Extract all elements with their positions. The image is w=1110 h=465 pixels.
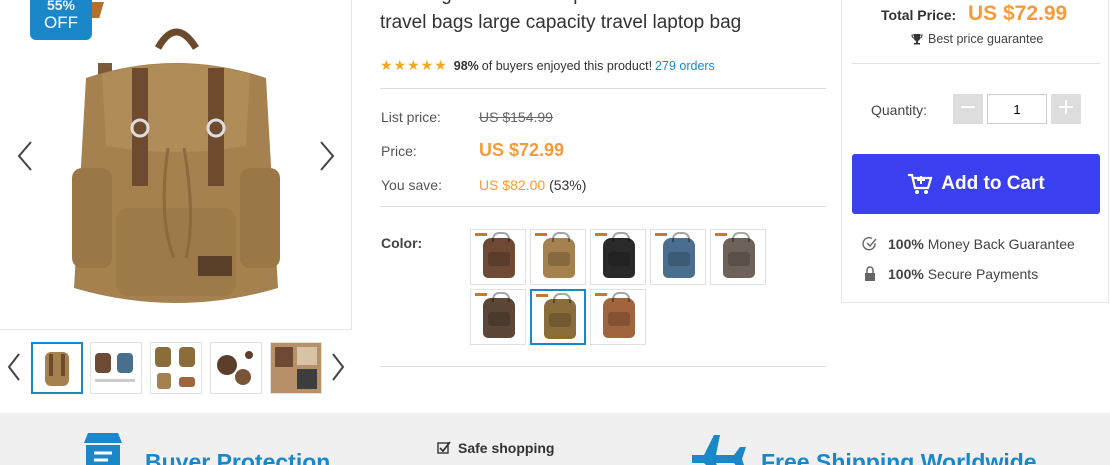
best-price-guarantee: Best price guarantee	[911, 32, 1043, 46]
secure-payments: 100% Secure Payments	[862, 266, 1038, 282]
backpack-swatch-image	[663, 232, 695, 278]
save-amount: US $82.00	[479, 177, 546, 193]
shield-cart-icon	[84, 433, 122, 465]
chevron-right-icon	[320, 141, 335, 171]
you-save-label: You save:	[381, 177, 442, 193]
cart-panel: Total Price: US $72.99 Best price guaran…	[841, 0, 1109, 303]
add-to-cart-label: Add to Cart	[941, 173, 1045, 194]
brand-logo	[595, 293, 607, 296]
thumbnail-image	[45, 352, 69, 386]
color-label: Color:	[381, 235, 423, 251]
chevron-right-icon	[332, 353, 345, 381]
divider	[852, 63, 1100, 64]
discount-badge: 55% OFF	[30, 0, 92, 40]
quantity-decrease-button[interactable]: −	[953, 94, 983, 124]
color-option-khaki[interactable]	[530, 229, 586, 285]
total-price-label: Total Price:	[881, 7, 957, 23]
money-back-text: Money Back Guarantee	[927, 236, 1075, 252]
brand-logo	[595, 233, 607, 236]
chevron-left-icon	[17, 141, 32, 171]
brand-logo-fragment	[92, 2, 104, 18]
brand-logo	[535, 233, 547, 236]
safe-shopping-text: Safe shopping	[458, 440, 555, 456]
brand-logo	[475, 233, 487, 236]
thumbnail-image	[217, 351, 253, 385]
secure-percent: 100%	[888, 266, 924, 282]
main-product-image[interactable]	[58, 18, 294, 320]
thumbnail-strip	[0, 340, 352, 396]
thumbnail-5[interactable]	[270, 342, 322, 394]
quantity-increase-button[interactable]: +	[1051, 94, 1081, 124]
backpack-swatch-image	[723, 232, 755, 278]
checkbox-icon	[437, 441, 451, 454]
lock-icon	[865, 266, 875, 281]
product-title-line-2: travel bags large capacity travel laptop…	[380, 12, 742, 33]
backpack-swatch-image	[603, 292, 635, 338]
color-option-grey[interactable]	[710, 229, 766, 285]
rating-row: ★★★★★ 98% of buyers enjoyed this product…	[380, 58, 715, 74]
product-gallery: 55% OFF	[0, 0, 352, 330]
thumbnail-4[interactable]	[210, 342, 262, 394]
you-save-value: US $82.00 (53%)	[479, 177, 586, 193]
quantity-label: Quantity:	[871, 102, 928, 118]
color-option-dark-brown[interactable]	[470, 229, 526, 285]
color-option-blue[interactable]	[650, 229, 706, 285]
backpack-swatch-image	[544, 293, 576, 339]
next-thumbnail-arrow[interactable]	[330, 352, 346, 382]
cart-icon	[908, 173, 933, 194]
airplane-icon	[692, 435, 746, 465]
discount-percent: 55%	[46, 0, 76, 13]
list-price-value: US $154.99	[479, 109, 553, 125]
color-option-brown[interactable]	[590, 289, 646, 345]
thumbnail-3[interactable]	[150, 342, 202, 394]
trophy-icon	[911, 34, 923, 45]
rating-text: of buyers enjoyed this product!	[481, 59, 653, 73]
prev-image-arrow[interactable]	[16, 140, 34, 172]
guarantee-text: Best price guarantee	[928, 32, 1044, 46]
divider	[380, 366, 826, 367]
free-shipping-title: Free Shipping Worldwide	[761, 449, 1037, 465]
color-option-army-green[interactable]	[530, 289, 586, 345]
add-to-cart-button[interactable]: Add to Cart	[852, 154, 1100, 214]
thumbnail-image	[95, 353, 135, 382]
divider	[380, 88, 826, 89]
backpack-swatch-image	[543, 232, 575, 278]
brand-logo	[655, 233, 667, 236]
chevron-left-icon	[7, 353, 20, 381]
rating-percent: 98%	[453, 59, 479, 73]
buyer-protection-title: Buyer Protection	[145, 449, 331, 465]
quantity-input[interactable]	[987, 94, 1047, 124]
brand-logo	[715, 233, 727, 236]
brand-logo	[475, 293, 487, 296]
next-image-arrow[interactable]	[318, 140, 336, 172]
thumbnail-1[interactable]	[31, 342, 83, 394]
thumbnail-2[interactable]	[90, 342, 142, 394]
product-title-line-1: ... vintage canvas backpack men women sc…	[380, 0, 800, 10]
price-label: Price:	[381, 143, 417, 159]
check-circle-icon	[862, 237, 877, 251]
color-option-black[interactable]	[590, 229, 646, 285]
backpack-swatch-image	[483, 292, 515, 338]
total-price-value: US $72.99	[968, 2, 1068, 25]
money-back-guarantee: 100% Money Back Guarantee	[862, 236, 1075, 252]
list-price-label: List price:	[381, 109, 441, 125]
color-option-coffee[interactable]	[470, 289, 526, 345]
star-rating-icon: ★★★★★	[380, 58, 448, 74]
secure-text: Secure Payments	[927, 266, 1039, 282]
divider	[380, 206, 826, 207]
safe-shopping: Safe shopping	[437, 440, 554, 456]
discount-off-label: OFF	[44, 13, 78, 32]
orders-link[interactable]: 279 orders	[655, 59, 715, 73]
benefits-band: Buyer Protection Safe shopping Free Ship…	[0, 413, 1110, 465]
product-title: ... vintage canvas backpack men women sc…	[380, 0, 820, 36]
save-percent: (53%)	[549, 177, 587, 193]
brand-logo	[536, 294, 548, 297]
backpack-swatch-image	[603, 232, 635, 278]
prev-thumbnail-arrow[interactable]	[6, 352, 22, 382]
backpack-swatch-image	[483, 232, 515, 278]
thumbnail-image	[155, 347, 195, 389]
money-back-percent: 100%	[888, 236, 924, 252]
thumbnail-image	[271, 343, 321, 393]
price-value: US $72.99	[479, 140, 565, 160]
